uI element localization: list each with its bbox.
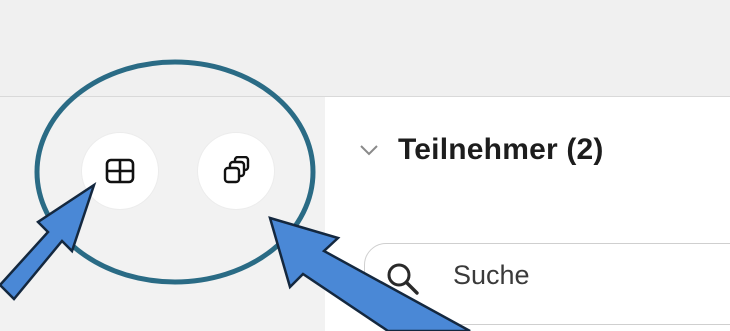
- top-bar: [0, 0, 730, 97]
- video-panel: [0, 97, 325, 331]
- grid-icon: [105, 158, 135, 184]
- stacked-view-button[interactable]: [198, 133, 274, 209]
- grid-view-button[interactable]: [82, 133, 158, 209]
- search-placeholder: Suche: [453, 260, 530, 290]
- search-icon: [387, 263, 419, 295]
- chevron-down-icon: [360, 145, 378, 156]
- stacked-windows-icon: [223, 156, 250, 184]
- participants-title: Teilnehmer (2): [398, 133, 604, 166]
- participants-section-header[interactable]: Teilnehmer (2): [358, 125, 604, 175]
